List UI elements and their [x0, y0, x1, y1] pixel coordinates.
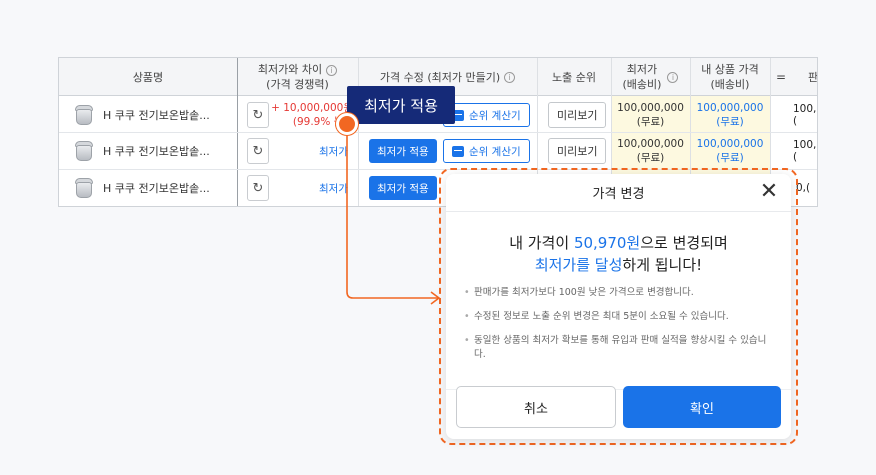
modal-message: 내 가격이 50,970원으로 변경되며 최저가를 달성하게 됩니다! — [509, 234, 728, 274]
callout-apply-label: 최저가 적용 — [347, 86, 455, 124]
confirm-button[interactable]: 확인 — [623, 386, 781, 428]
new-price: 50,970원 — [573, 234, 641, 252]
cancel-button[interactable]: 취소 — [456, 386, 616, 428]
note-item: 동일한 상품의 최저가 확보를 통해 유입과 판매 실적을 향상시킬 수 있습니… — [464, 334, 773, 362]
note-item: 수정된 정보로 노출 순위 변경은 최대 5분이 소요될 수 있습니다. — [464, 310, 773, 324]
highlight-dot — [336, 113, 358, 135]
modal-notes: 판매가를 최저가보다 100원 낮은 가격으로 변경합니다. 수정된 정보로 노… — [464, 286, 773, 372]
note-item: 판매가를 최저가보다 100원 낮은 가격으로 변경합니다. — [464, 286, 773, 300]
modal-title: 가격 변경 — [446, 174, 791, 212]
close-icon[interactable]: ✕ — [759, 181, 779, 203]
